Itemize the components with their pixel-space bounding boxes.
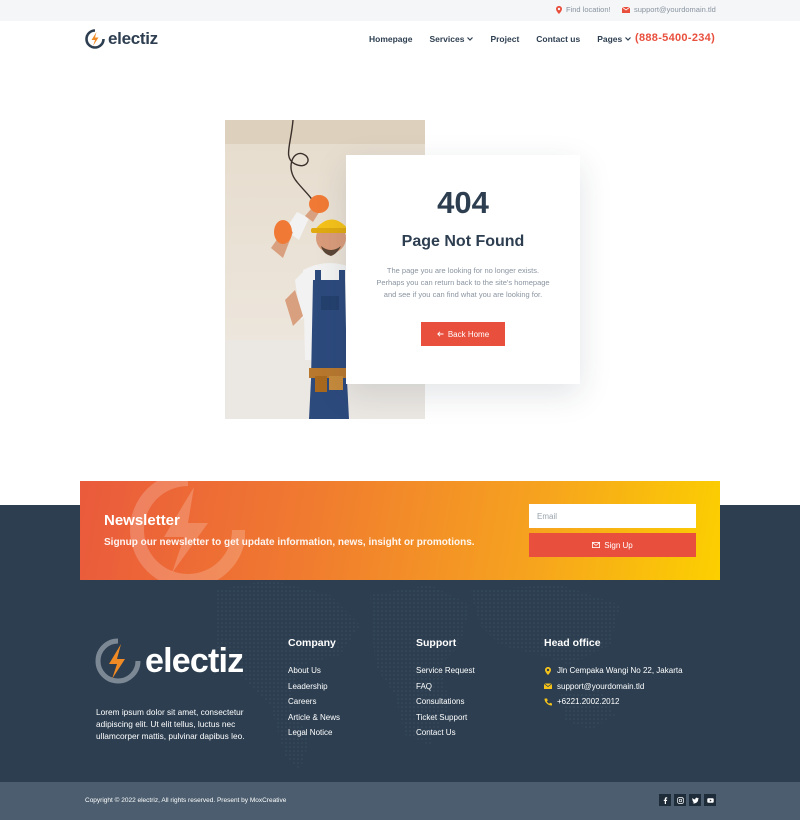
office-email[interactable]: support@yourdomain.tld: [544, 679, 683, 695]
office-address: Jln Cempaka Wangi No 22, Jakarta: [544, 663, 683, 679]
newsletter-banner: Newsletter Signup our newsletter to get …: [80, 481, 720, 580]
footer-link-service-request[interactable]: Service Request: [416, 663, 475, 679]
newsletter-title: Newsletter: [104, 512, 180, 529]
nav-label: Contact us: [536, 34, 581, 44]
arrow-left-icon: [436, 331, 444, 337]
error-title: Page Not Found: [401, 233, 525, 250]
footer-logo[interactable]: electiz: [95, 638, 244, 684]
sign-up-label: Sign Up: [604, 540, 633, 550]
back-home-label: Back Home: [447, 329, 490, 339]
newsletter-email-input[interactable]: [529, 504, 696, 528]
head-office-heading: Head office: [544, 637, 601, 649]
footer-link-faq[interactable]: FAQ: [416, 679, 475, 695]
nav-label: Homepage: [369, 34, 413, 44]
footer-link-contact-us[interactable]: Contact Us: [416, 725, 475, 741]
envelope-icon: [592, 542, 601, 548]
header-logo[interactable]: electiz: [85, 29, 158, 49]
header-phone[interactable]: (888-5400-234): [635, 32, 715, 44]
location-pin-icon: [556, 5, 562, 14]
nav-services[interactable]: Services: [429, 34, 474, 44]
instagram-link[interactable]: [674, 794, 686, 806]
footer-company-column: Company About Us Leadership Careers Arti…: [288, 637, 340, 741]
copyright-text: Copyright © 2022 electriz, All rights re…: [85, 797, 287, 804]
footer-link-leadership[interactable]: Leadership: [288, 679, 340, 695]
phone-icon: [544, 698, 552, 706]
footer-link-legal-notice[interactable]: Legal Notice: [288, 725, 340, 741]
youtube-icon: [706, 797, 714, 803]
error-code: 404: [437, 185, 489, 220]
find-location-link[interactable]: Find location!: [556, 5, 611, 14]
twitter-link[interactable]: [689, 794, 701, 806]
error-description: The page you are looking for no longer e…: [376, 266, 550, 299]
support-heading: Support: [416, 637, 457, 649]
nav-pages[interactable]: Pages: [597, 34, 632, 44]
nav-project[interactable]: Project: [490, 34, 519, 44]
footer-link-about-us[interactable]: About Us: [288, 663, 340, 679]
footer-about-text: Lorem ipsum dolor sit amet, consectetur …: [96, 707, 245, 741]
youtube-link[interactable]: [704, 794, 716, 806]
company-heading: Company: [288, 637, 336, 649]
footer-link-article-news[interactable]: Article & News: [288, 710, 340, 726]
nav-label: Pages: [597, 34, 623, 44]
footer-link-careers[interactable]: Careers: [288, 694, 340, 710]
nav-label: Project: [490, 34, 520, 44]
footer-bottom-bar: Copyright © 2022 electriz, All rights re…: [0, 782, 800, 820]
bolt-logo-icon: [95, 638, 141, 684]
nav-homepage[interactable]: Homepage: [369, 34, 412, 44]
footer-link-ticket-support[interactable]: Ticket Support: [416, 710, 475, 726]
sign-up-button[interactable]: Sign Up: [529, 533, 696, 557]
newsletter-subtitle: Signup our newsletter to get update info…: [104, 537, 475, 548]
office-address-text: Jln Cempaka Wangi No 22, Jakarta: [557, 666, 683, 676]
topbar-email-link[interactable]: support@yourdomain.tld: [622, 5, 716, 14]
error-card: 404 Page Not Found The page you are look…: [346, 155, 580, 384]
chevron-down-icon: [467, 37, 474, 41]
find-location-text: Find location!: [566, 5, 611, 14]
brand-name: electiz: [108, 29, 158, 48]
office-email-text: support@yourdomain.tld: [557, 681, 645, 691]
footer-brand-name: electiz: [145, 641, 244, 680]
nav-contact-us[interactable]: Contact us: [536, 34, 580, 44]
twitter-icon: [691, 797, 699, 803]
main-nav: Homepage Services Project Contact us Pag…: [369, 34, 648, 44]
mail-icon: [544, 683, 552, 690]
bolt-watermark-icon: [130, 481, 245, 580]
mail-icon: [622, 6, 630, 13]
back-home-button[interactable]: Back Home: [421, 322, 505, 346]
top-bar: Find location! support@yourdomain.tld: [0, 0, 800, 21]
chevron-down-icon: [625, 37, 632, 41]
office-phone-text: +6221.2002.2012: [557, 697, 620, 707]
footer-support-column: Support Service Request FAQ Consultation…: [416, 637, 475, 741]
location-pin-icon: [545, 666, 551, 675]
social-links: [659, 794, 716, 806]
bolt-logo-icon: [85, 29, 105, 49]
facebook-link[interactable]: [659, 794, 671, 806]
office-phone[interactable]: +6221.2002.2012: [544, 694, 683, 710]
footer-link-consultations[interactable]: Consultations: [416, 694, 475, 710]
site-header: electiz Homepage Services Project Contac…: [0, 21, 800, 59]
nav-label: Services: [429, 34, 465, 44]
facebook-icon: [663, 796, 667, 804]
instagram-icon: [676, 796, 684, 804]
footer-office-column: Head office Jln Cempaka Wangi No 22, Jak…: [544, 637, 683, 710]
topbar-email-text: support@yourdomain.tld: [634, 5, 716, 14]
